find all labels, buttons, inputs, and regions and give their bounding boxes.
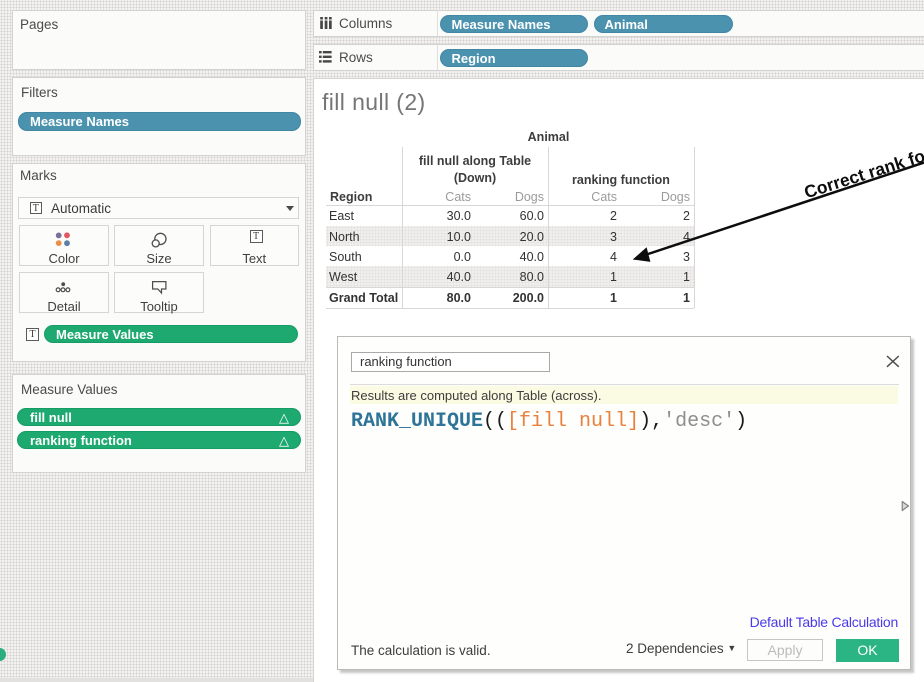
svg-text:Correct rank fo: Correct rank fo [802,146,924,203]
